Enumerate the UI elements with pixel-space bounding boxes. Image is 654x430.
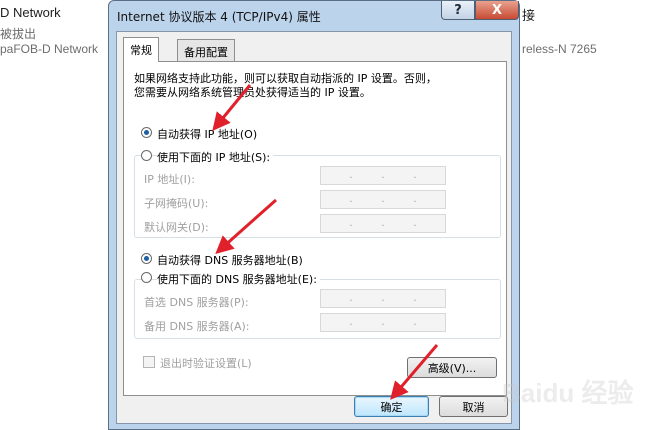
auto-dns-radio[interactable] [141,253,152,264]
tab-general[interactable]: 常规 [123,37,159,62]
bg-network-status: 被拔出 [0,27,37,41]
dialog-client-area: 常规 备用配置 如果网络支持此功能，则可以获取自动指派的 IP 设置。否则， 您… [116,31,512,424]
bg-adapter-name: paFOB-D Network [0,42,99,56]
bg-right-title: 接 [522,8,536,23]
manual-dns-radio[interactable] [141,272,152,283]
watermark-text: Baidu 经验 [502,378,633,408]
advanced-button[interactable]: 高级(V)... [407,357,497,378]
general-panel: 如果网络支持此功能，则可以获取自动指派的 IP 设置。否则， 您需要从网络系统管… [123,61,507,396]
alternate-dns-field[interactable]: ... [320,313,446,332]
preferred-dns-field[interactable]: ... [320,289,446,308]
dialog-title: Internet 协议版本 4 (TCP/IPv4) 属性 [117,10,321,24]
ok-button[interactable]: 确定 [354,396,429,417]
subnet-mask-label: 子网掩码(U): [144,197,209,210]
intro-line-2: 您需要从网络系统管理员处获得适当的 IP 设置。 [134,86,371,99]
subnet-mask-field[interactable]: ... [320,190,446,209]
validate-checkbox[interactable] [143,356,155,368]
tab-alternate-config[interactable]: 备用配置 [177,39,235,61]
close-button[interactable]: X [475,1,519,20]
intro-line-1: 如果网络支持此功能，则可以获取自动指派的 IP 设置。否则， [134,72,437,85]
bg-network-name: D Network [0,5,61,20]
bg-right-adapter: reless-N 7265 [522,42,597,56]
manual-ip-label[interactable]: 使用下面的 IP 地址(S): [157,149,274,165]
gateway-field[interactable]: ... [320,214,446,233]
preferred-dns-label: 首选 DNS 服务器(P): [144,296,249,309]
gateway-label: 默认网关(D): [144,221,209,234]
ip-address-label: IP 地址(I): [144,173,195,186]
auto-ip-radio[interactable] [141,127,152,138]
ip-address-field[interactable]: ... [320,166,446,185]
manual-dns-label[interactable]: 使用下面的 DNS 服务器地址(E): [157,271,320,287]
ipv4-properties-dialog: Internet 协议版本 4 (TCP/IPv4) 属性 ? X 常规 备用配… [108,0,520,430]
manual-ip-radio[interactable] [141,150,152,161]
alternate-dns-label: 备用 DNS 服务器(A): [144,320,250,333]
validate-label[interactable]: 退出时验证设置(L) [160,355,252,371]
cancel-button[interactable]: 取消 [439,396,508,417]
auto-dns-label[interactable]: 自动获得 DNS 服务器地址(B) [157,252,303,268]
help-button[interactable]: ? [441,1,475,20]
intro-text: 如果网络支持此功能，则可以获取自动指派的 IP 设置。否则， 您需要从网络系统管… [134,72,437,100]
baidu-watermark: Baidu 经验 [500,372,650,422]
auto-ip-label[interactable]: 自动获得 IP 地址(O) [157,126,257,142]
